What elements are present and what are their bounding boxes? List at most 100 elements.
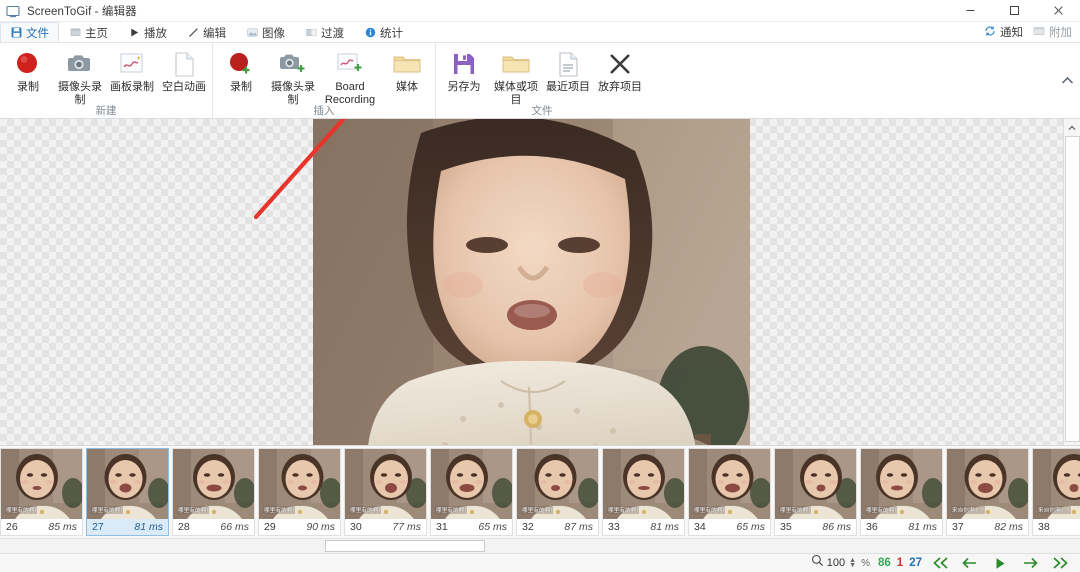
preview-canvas[interactable]: [0, 119, 1063, 445]
skip-start-button[interactable]: [926, 555, 954, 572]
record-add-icon: [225, 49, 257, 79]
frame-image: [313, 119, 750, 445]
notifications-button[interactable]: 通知: [984, 24, 1023, 40]
tab-image[interactable]: 图像: [236, 22, 295, 42]
frame-number: 28: [178, 521, 190, 533]
ribbon-group-new-label: 新建: [95, 105, 117, 117]
frame-thumbnail: 哪里有的啊!: [603, 449, 684, 519]
ribbon-group-insert: 录制 摄像头录制 Board Recording 媒体 插入: [212, 43, 435, 118]
close-button[interactable]: [1036, 0, 1080, 22]
zoom-spin-down-icon[interactable]: ▼: [849, 562, 856, 569]
discard-project-button[interactable]: 放弃项目: [594, 46, 646, 104]
vertical-scroll-track[interactable]: [1063, 136, 1080, 442]
zoom-value[interactable]: 100: [827, 557, 845, 569]
new-webcam-button[interactable]: 摄像头录制: [54, 46, 106, 107]
frame-number: 27: [92, 521, 104, 533]
tab-transition[interactable]: 过渡: [295, 22, 354, 42]
scroll-up-arrow-icon[interactable]: [1063, 119, 1080, 136]
tab-statistics-label: 统计: [380, 27, 403, 40]
minimize-button[interactable]: [948, 0, 992, 22]
new-blank-animation-button[interactable]: 空白动画: [158, 46, 210, 104]
skip-end-button[interactable]: [1046, 555, 1074, 572]
filmstrip-frame[interactable]: 哪里有的啊! 35 86 ms: [774, 448, 857, 536]
frame-caption: 哪里有的啊!: [779, 506, 812, 514]
zoom-spinner[interactable]: ▲ ▼: [849, 557, 856, 569]
frame-thumbnail: 来自你啊！?: [1033, 449, 1080, 519]
filmstrip-frame[interactable]: 哪里有的啊! 34 65 ms: [688, 448, 771, 536]
save-as-button[interactable]: 另存为: [438, 46, 490, 104]
filmstrip-frame[interactable]: 来自你啊！? 3866 ms: [1032, 448, 1080, 536]
frame-meta: 28 66 ms: [173, 519, 254, 535]
frame-caption: 哪里有的啊!: [91, 506, 124, 514]
frame-number: 33: [608, 521, 620, 533]
frame-number: 35: [780, 521, 792, 533]
extras-button[interactable]: 附加: [1033, 24, 1072, 40]
new-blank-animation-label: 空白动画: [162, 81, 206, 93]
tab-play[interactable]: 播放: [118, 22, 177, 42]
previous-frame-button[interactable]: [956, 555, 984, 572]
play-button[interactable]: [986, 555, 1014, 572]
frame-number: 36: [866, 521, 878, 533]
magnifier-icon: [811, 554, 824, 572]
recent-projects-button[interactable]: 最近项目: [542, 46, 594, 104]
filmstrip-frame[interactable]: 来自你啊！? 37 82 ms: [946, 448, 1029, 536]
new-board-button[interactable]: 画板录制: [106, 46, 158, 104]
filmstrip-frame[interactable]: 哪里有的啊! 33 81 ms: [602, 448, 685, 536]
filmstrip-frame[interactable]: 哪里有的啊! 30 77 ms: [344, 448, 427, 536]
current-frame-index: 27: [909, 557, 922, 569]
frame-meta: 26 85 ms: [1, 519, 82, 535]
new-board-label: 画板录制: [110, 81, 154, 93]
canvas-vertical-scrollbar[interactable]: [1063, 119, 1080, 445]
tab-home[interactable]: 主页: [59, 22, 118, 42]
frame-caption: 哪里有的啊!: [693, 506, 726, 514]
open-media-or-project-button[interactable]: 媒体或项目: [490, 46, 542, 107]
title-bar: ScreenToGif - 编辑器: [0, 0, 1080, 22]
insert-media-button[interactable]: 媒体: [381, 46, 433, 104]
frame-number: 31: [436, 521, 448, 533]
insert-webcam-button[interactable]: 摄像头录制: [267, 46, 319, 107]
tab-file[interactable]: 文件: [0, 22, 59, 42]
extras-icon: [1033, 25, 1045, 40]
notifications-label: 通知: [1000, 27, 1023, 39]
filmstrip-frame[interactable]: 哪里有的啊! 32 87 ms: [516, 448, 599, 536]
frame-thumbnail: 哪里有的啊!: [431, 449, 512, 519]
ribbon-group-file-label: 文件: [531, 105, 553, 117]
new-recording-button[interactable]: 录制: [2, 46, 54, 104]
tab-edit[interactable]: 编辑: [177, 22, 236, 42]
board-add-icon: [334, 49, 366, 79]
filmstrip-frame[interactable]: 哪里有的啊! 27 81 ms: [86, 448, 169, 536]
filmstrip-frame[interactable]: 哪里有的啊! 31 65 ms: [430, 448, 513, 536]
frame-duration: 81 ms: [650, 521, 679, 533]
frame-filmstrip[interactable]: 哪里有的啊! 26 85 ms 哪里有的啊! 27 81 ms 哪里有的啊! 28 66 ms 哪…: [0, 445, 1080, 538]
filmstrip-frame[interactable]: 哪里有的啊! 26 85 ms: [0, 448, 83, 536]
vertical-scroll-thumb[interactable]: [1064, 136, 1080, 442]
frame-duration: 90 ms: [306, 521, 335, 533]
webcam-icon: [64, 49, 96, 79]
filmstrip-frame[interactable]: 哪里有的啊! 36 81 ms: [860, 448, 943, 536]
frame-thumbnail: 哪里有的啊!: [775, 449, 856, 519]
frame-number: 26: [6, 521, 18, 533]
extras-label: 附加: [1049, 27, 1072, 39]
ribbon-tab-strip: 文件 主页 播放 编辑 图像 过渡 统计 通知 附加: [0, 22, 1080, 43]
next-frame-button[interactable]: [1016, 555, 1044, 572]
horizontal-scroll-thumb[interactable]: [325, 540, 485, 552]
frame-duration: 87 ms: [564, 521, 593, 533]
insert-media-label: 媒体: [396, 81, 418, 93]
record-red-icon: [12, 49, 44, 79]
filmstrip-horizontal-scrollbar[interactable]: [0, 538, 1080, 553]
maximize-button[interactable]: [992, 0, 1036, 22]
filmstrip-frame[interactable]: 哪里有的啊! 29 90 ms: [258, 448, 341, 536]
zoom-control[interactable]: 100 ▲ ▼ %: [811, 554, 870, 572]
frame-meta: 31 65 ms: [431, 519, 512, 535]
frame-duration: 82 ms: [994, 521, 1023, 533]
ribbon-collapse-chevron-icon[interactable]: [1061, 72, 1074, 90]
insert-board-recording-button[interactable]: Board Recording: [319, 46, 381, 107]
insert-recording-button[interactable]: 录制: [215, 46, 267, 104]
folder-open-icon: [500, 49, 532, 79]
ribbon-toolbar: 录制 摄像头录制 画板录制 空白动画 新建 录制 摄像头录制 Board Rec…: [0, 43, 1080, 119]
frame-thumbnail: 哪里有的啊!: [1, 449, 82, 519]
frame-thumbnail: 哪里有的啊!: [689, 449, 770, 519]
filmstrip-frame[interactable]: 哪里有的啊! 28 66 ms: [172, 448, 255, 536]
frame-number: 37: [952, 521, 964, 533]
tab-statistics[interactable]: 统计: [354, 22, 413, 42]
